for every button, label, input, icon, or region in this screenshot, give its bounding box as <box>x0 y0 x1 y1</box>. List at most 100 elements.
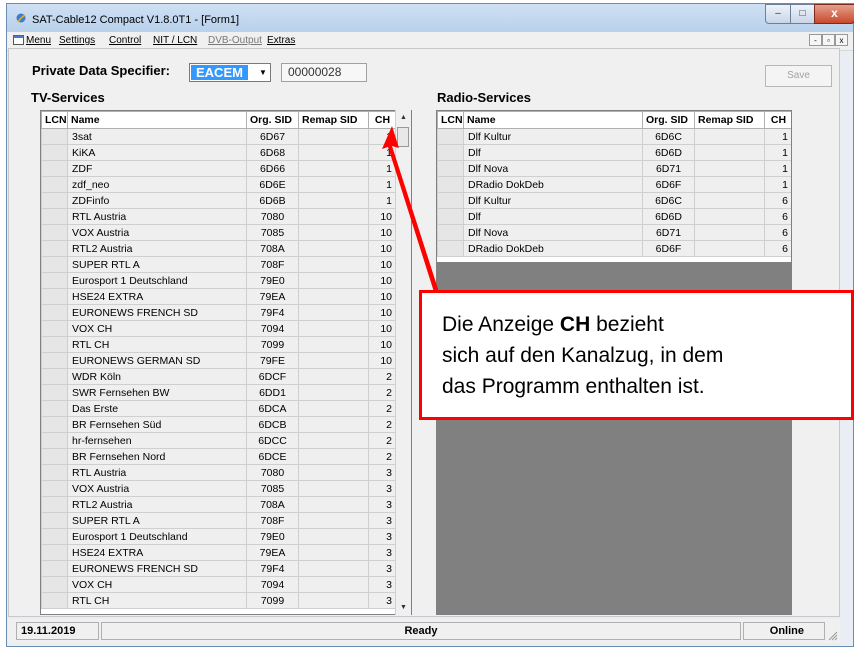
column-header[interactable]: Name <box>463 111 643 129</box>
name-cell[interactable]: Dlf Nova <box>463 160 643 177</box>
name-cell[interactable]: VOX Austria <box>67 224 247 241</box>
org-sid-cell[interactable]: 6D67 <box>246 128 299 145</box>
remap-sid-cell[interactable] <box>694 192 765 209</box>
org-sid-cell[interactable]: 708A <box>246 496 299 513</box>
name-cell[interactable]: SWR Fernsehen BW <box>67 384 247 401</box>
table-row[interactable]: BR Fernsehen Süd 6DCB 2 <box>41 416 397 433</box>
table-row[interactable]: ZDF 6D66 1 <box>41 160 397 177</box>
table-row[interactable]: ZDFinfo 6D6B 1 <box>41 192 397 209</box>
org-sid-cell[interactable]: 6DCA <box>246 400 299 417</box>
name-cell[interactable]: RTL CH <box>67 592 247 609</box>
column-header[interactable]: Org. SID <box>642 111 695 129</box>
ch-cell[interactable]: 3 <box>368 512 397 529</box>
ch-cell[interactable]: 1 <box>368 144 397 161</box>
remap-sid-cell[interactable] <box>298 256 369 273</box>
org-sid-cell[interactable]: 6D6E <box>246 176 299 193</box>
table-row[interactable]: Dlf Nova 6D71 6 <box>437 224 791 241</box>
ch-cell[interactable]: 3 <box>368 544 397 561</box>
menu-menu[interactable]: Menu <box>26 35 51 46</box>
pds-value-field[interactable]: 00000028 <box>281 63 367 82</box>
name-cell[interactable]: HSE24 EXTRA <box>67 544 247 561</box>
table-row[interactable]: DRadio DokDeb 6D6F 6 <box>437 240 791 257</box>
lcn-cell[interactable] <box>437 144 464 161</box>
remap-sid-cell[interactable] <box>298 448 369 465</box>
remap-sid-cell[interactable] <box>694 224 765 241</box>
ch-cell[interactable]: 2 <box>368 432 397 449</box>
tv-services-grid[interactable]: LCN Name Org. SID Remap SID CH 3sat 6D67 1 KiKA… <box>40 110 412 615</box>
remap-sid-cell[interactable] <box>298 240 369 257</box>
remap-sid-cell[interactable] <box>298 128 369 145</box>
remap-sid-cell[interactable] <box>298 160 369 177</box>
remap-sid-cell[interactable] <box>298 496 369 513</box>
column-header[interactable]: CH <box>764 111 791 129</box>
remap-sid-cell[interactable] <box>298 512 369 529</box>
org-sid-cell[interactable]: 708F <box>246 256 299 273</box>
remap-sid-cell[interactable] <box>298 528 369 545</box>
org-sid-cell[interactable]: 79E0 <box>246 272 299 289</box>
ch-cell[interactable]: 10 <box>368 288 397 305</box>
remap-sid-cell[interactable] <box>298 304 369 321</box>
name-cell[interactable]: Dlf <box>463 208 643 225</box>
ch-cell[interactable]: 3 <box>368 592 397 609</box>
lcn-cell[interactable] <box>437 224 464 241</box>
org-sid-cell[interactable]: 7099 <box>246 592 299 609</box>
remap-sid-cell[interactable] <box>298 224 369 241</box>
menu-dvb-output[interactable]: DVB-Output <box>208 35 262 46</box>
lcn-cell[interactable] <box>41 128 68 145</box>
name-cell[interactable]: BR Fernsehen Nord <box>67 448 247 465</box>
lcn-cell[interactable] <box>41 432 68 449</box>
org-sid-cell[interactable]: 6D66 <box>246 160 299 177</box>
remap-sid-cell[interactable] <box>298 544 369 561</box>
lcn-cell[interactable] <box>41 304 68 321</box>
ch-cell[interactable]: 10 <box>368 320 397 337</box>
remap-sid-cell[interactable] <box>298 560 369 577</box>
ch-cell[interactable]: 3 <box>368 560 397 577</box>
table-row[interactable]: Eurosport 1 Deutschland 79E0 3 <box>41 528 397 545</box>
lcn-cell[interactable] <box>41 320 68 337</box>
column-header[interactable]: Remap SID <box>298 111 369 129</box>
lcn-cell[interactable] <box>41 336 68 353</box>
name-cell[interactable]: Dlf Kultur <box>463 192 643 209</box>
lcn-cell[interactable] <box>41 544 68 561</box>
table-row[interactable]: VOX CH 7094 3 <box>41 576 397 593</box>
name-cell[interactable]: SUPER RTL A <box>67 512 247 529</box>
scroll-down-icon[interactable]: ▼ <box>396 600 411 615</box>
name-cell[interactable]: 3sat <box>67 128 247 145</box>
org-sid-cell[interactable]: 7085 <box>246 480 299 497</box>
mdi-close-button[interactable]: x <box>835 34 848 46</box>
table-row[interactable]: RTL2 Austria 708A 10 <box>41 240 397 257</box>
org-sid-cell[interactable]: 79EA <box>246 544 299 561</box>
ch-cell[interactable]: 10 <box>368 256 397 273</box>
table-row[interactable]: SUPER RTL A 708F 10 <box>41 256 397 273</box>
lcn-cell[interactable] <box>41 512 68 529</box>
table-row[interactable]: BR Fernsehen Nord 6DCE 2 <box>41 448 397 465</box>
ch-cell[interactable]: 3 <box>368 480 397 497</box>
lcn-cell[interactable] <box>437 192 464 209</box>
ch-cell[interactable]: 2 <box>368 384 397 401</box>
pds-select[interactable]: EACEM ▼ <box>189 63 271 82</box>
table-row[interactable]: Dlf 6D6D 6 <box>437 208 791 225</box>
table-row[interactable]: Dlf Nova 6D71 1 <box>437 160 791 177</box>
org-sid-cell[interactable]: 6DCB <box>246 416 299 433</box>
remap-sid-cell[interactable] <box>298 272 369 289</box>
lcn-cell[interactable] <box>41 256 68 273</box>
lcn-cell[interactable] <box>41 480 68 497</box>
tv-grid-scrollbar[interactable]: ▲ ▼ <box>395 110 411 615</box>
name-cell[interactable]: EURONEWS FRENCH SD <box>67 560 247 577</box>
ch-cell[interactable]: 1 <box>368 128 397 145</box>
ch-cell[interactable]: 10 <box>368 352 397 369</box>
radio-services-grid[interactable]: LCN Name Org. SID Remap SID CH Dlf Kultur 6D6… <box>436 110 792 263</box>
name-cell[interactable]: DRadio DokDeb <box>463 176 643 193</box>
column-header[interactable]: LCN <box>437 111 464 129</box>
org-sid-cell[interactable]: 79E0 <box>246 528 299 545</box>
org-sid-cell[interactable]: 6D6D <box>642 144 695 161</box>
lcn-cell[interactable] <box>437 176 464 193</box>
scroll-thumb[interactable] <box>397 127 409 147</box>
minimize-button[interactable]: – <box>765 4 791 24</box>
name-cell[interactable]: WDR Köln <box>67 368 247 385</box>
name-cell[interactable]: ZDF <box>67 160 247 177</box>
org-sid-cell[interactable]: 79FE <box>246 352 299 369</box>
column-header[interactable]: Org. SID <box>246 111 299 129</box>
remap-sid-cell[interactable] <box>298 384 369 401</box>
name-cell[interactable]: Das Erste <box>67 400 247 417</box>
